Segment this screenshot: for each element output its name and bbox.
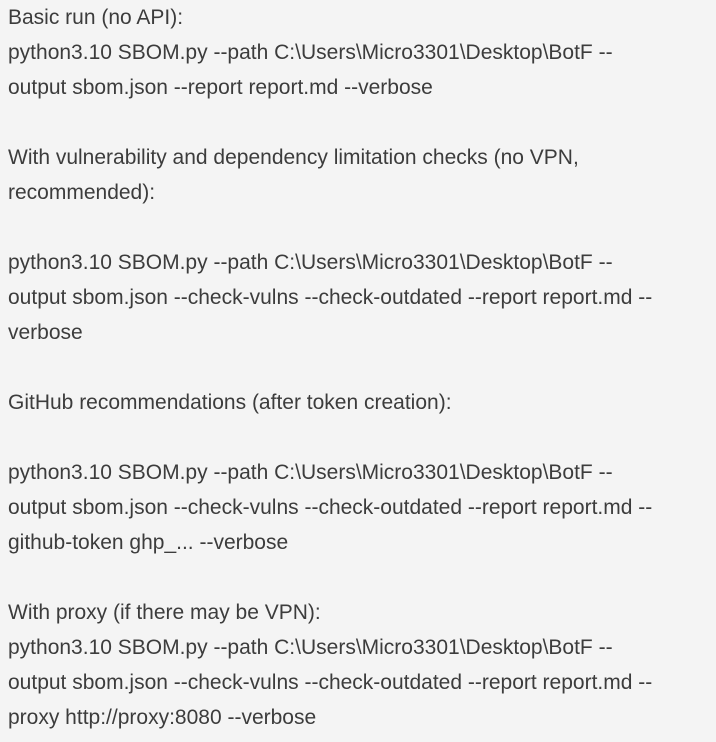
command-line: verbose — [8, 321, 83, 344]
command-line: python3.10 SBOM.py --path C:\Users\Micro… — [8, 636, 613, 659]
section-vulnerability-checks: With vulnerability and dependency limita… — [8, 140, 716, 350]
section-title: GitHub recommendations (after token crea… — [8, 391, 452, 414]
command-line: output sbom.json --check-vulns --check-o… — [8, 671, 653, 694]
section-title: With proxy (if there may be VPN): — [8, 601, 321, 624]
command-line: python3.10 SBOM.py --path C:\Users\Micro… — [8, 41, 613, 64]
command-line: python3.10 SBOM.py --path C:\Users\Micro… — [8, 251, 613, 274]
section-github-recommendations: GitHub recommendations (after token crea… — [8, 385, 716, 560]
document-body: Basic run (no API): python3.10 SBOM.py -… — [0, 0, 716, 742]
command-line: output sbom.json --check-vulns --check-o… — [8, 496, 653, 519]
section-title: With vulnerability and dependency limita… — [8, 146, 579, 169]
section-title: Basic run (no API): — [8, 6, 184, 29]
section-proxy: With proxy (if there may be VPN): python… — [8, 595, 716, 735]
command-line: python3.10 SBOM.py --path C:\Users\Micro… — [8, 461, 613, 484]
section-basic-run: Basic run (no API): python3.10 SBOM.py -… — [8, 0, 716, 105]
command-line: github-token ghp_... --verbose — [8, 531, 289, 554]
command-line: proxy http://proxy:8080 --verbose — [8, 706, 317, 729]
command-line: output sbom.json --check-vulns --check-o… — [8, 286, 653, 309]
section-title: recommended): — [8, 181, 156, 204]
command-line: output sbom.json --report report.md --ve… — [8, 76, 433, 99]
